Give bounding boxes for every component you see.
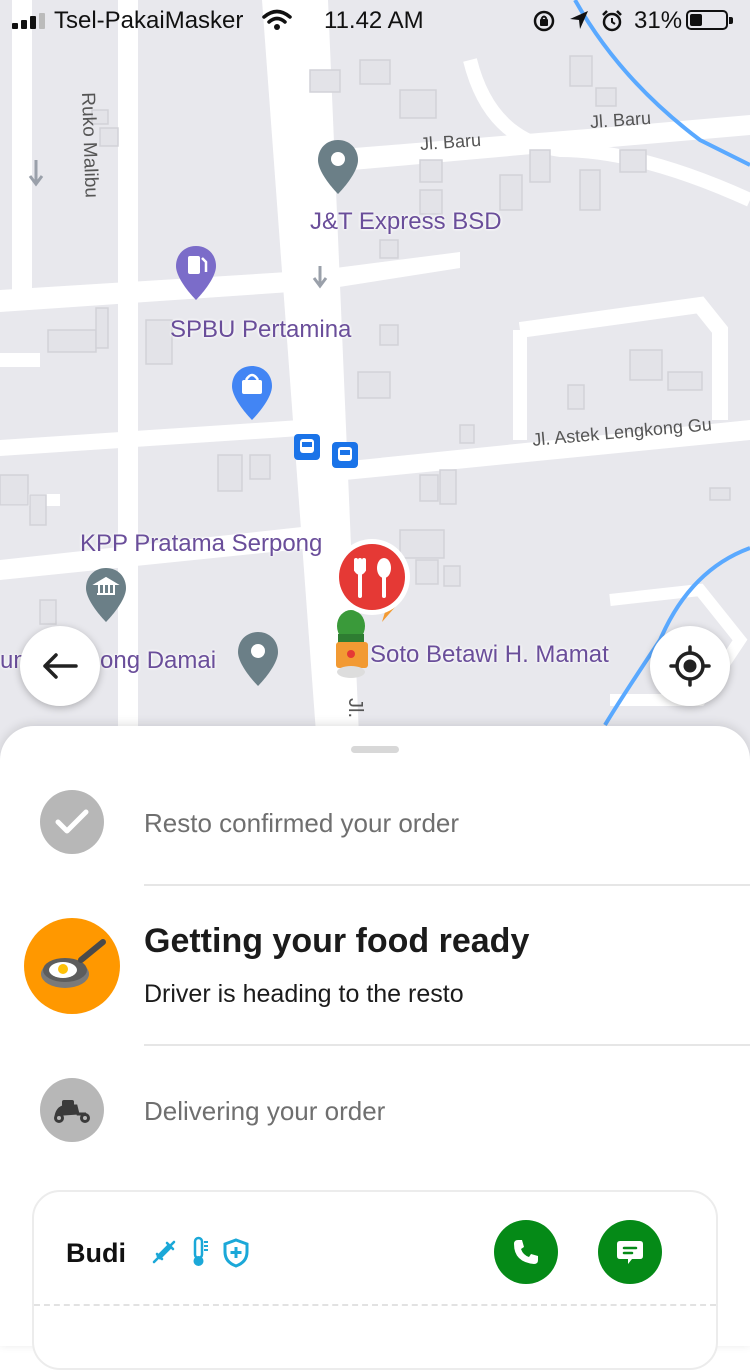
driver-name: Budi (66, 1238, 126, 1268)
chat-driver-button[interactable] (598, 1220, 662, 1284)
order-status-sheet[interactable]: Resto confirmed your order Getting your … (0, 726, 750, 1370)
road-label-ruko-malibu: Ruko Malibu (77, 92, 102, 199)
sheet-drag-handle[interactable] (351, 746, 399, 753)
step-confirmed-text: Resto confirmed your order (144, 808, 460, 838)
crosshair-icon (669, 645, 711, 687)
status-bar: Tsel-PakaiMasker 11.42 AM 31% (0, 0, 750, 42)
poi-label-damai[interactable]: ong Damai (100, 647, 216, 675)
step-preparing-title: Getting your food ready (144, 922, 530, 960)
arrow-left-icon (43, 653, 78, 679)
clock: 11.42 AM (324, 7, 424, 34)
battery-percent: 31% (634, 7, 683, 34)
wifi-icon (262, 9, 292, 30)
battery-icon (686, 10, 733, 30)
government-pin-icon[interactable] (84, 566, 128, 624)
poi-label-kpp-pratama[interactable]: KPP Pratama Serpong (80, 530, 322, 558)
bus-stop-icon-2[interactable] (332, 442, 358, 468)
signal-icon (12, 13, 45, 29)
road-label-jl: Jl. (344, 698, 366, 718)
step-delivering-icon (40, 1078, 104, 1142)
frying-pan-icon (41, 939, 106, 988)
map-view[interactable]: Ruko Malibu Jl. Baru Jl. Baru Jl. Astek … (0, 0, 750, 760)
alarm-icon (602, 10, 622, 32)
shopping-pin-icon[interactable] (230, 364, 274, 422)
restaurant-marker-icon[interactable] (330, 536, 414, 626)
gas-station-pin-icon[interactable] (174, 244, 218, 302)
poi-label-spbu-pertamina[interactable]: SPBU Pertamina (170, 316, 351, 344)
carrier-name: Tsel-PakaiMasker (54, 7, 244, 34)
step-preparing-subtitle: Driver is heading to the resto (144, 980, 464, 1008)
check-icon (55, 809, 89, 834)
vaccine-icon (152, 1240, 176, 1264)
map-pin-icon-damai[interactable] (236, 630, 280, 688)
location-arrow-icon (570, 11, 588, 29)
call-driver-button[interactable] (494, 1220, 558, 1284)
scooter-icon (54, 1100, 90, 1123)
driver-card[interactable]: Budi (32, 1190, 718, 1370)
shield-icon (223, 1238, 249, 1268)
divider (144, 884, 750, 886)
my-location-button[interactable] (650, 626, 730, 706)
phone-icon (514, 1240, 538, 1264)
divider (144, 1044, 750, 1046)
step-preparing-icon (24, 918, 120, 1014)
chat-icon (617, 1241, 643, 1264)
step-delivering-text: Delivering your order (144, 1096, 386, 1126)
poi-label-soto-betawi[interactable]: Soto Betawi H. Mamat (370, 641, 609, 669)
road-label-jl-baru-1: Jl. Baru (419, 129, 482, 155)
step-confirmed-icon (40, 790, 104, 854)
road-label-jl-baru-2: Jl. Baru (589, 107, 652, 133)
bus-stop-icon[interactable] (294, 434, 320, 460)
card-divider (34, 1304, 716, 1306)
back-button[interactable] (20, 626, 100, 706)
map-pin-icon[interactable] (316, 138, 360, 196)
rotation-lock-icon (533, 10, 555, 32)
poi-label-jnt-express[interactable]: J&T Express BSD (310, 208, 502, 236)
thermometer-icon (193, 1236, 208, 1266)
